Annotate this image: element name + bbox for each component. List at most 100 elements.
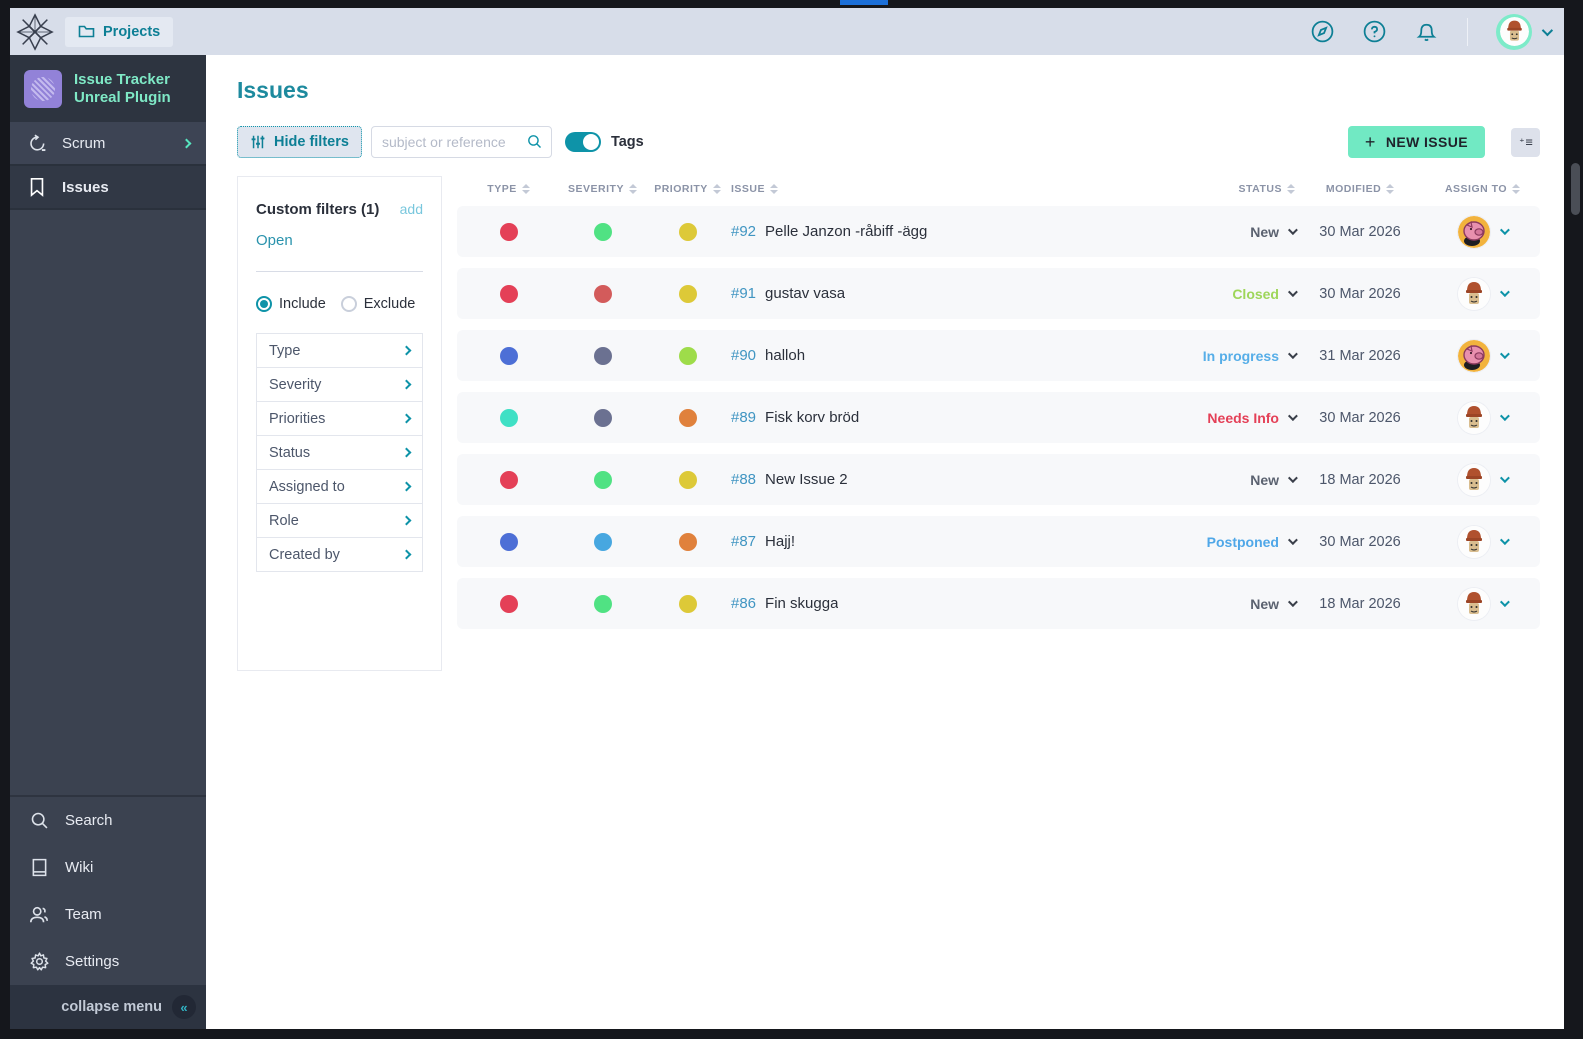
filter-category-severity[interactable]: Severity xyxy=(256,367,423,402)
issue-ref[interactable]: #87 xyxy=(731,533,756,550)
type-dot[interactable] xyxy=(499,470,518,489)
issue-subject[interactable]: halloh xyxy=(765,347,805,364)
priority-dot[interactable] xyxy=(678,594,697,613)
bulk-add-button[interactable]: ⁺≡ xyxy=(1511,127,1540,157)
assignee-avatar[interactable] xyxy=(1458,525,1490,558)
assignee-avatar[interactable] xyxy=(1458,463,1490,496)
issue-ref[interactable]: #92 xyxy=(731,223,756,240)
tags-toggle[interactable] xyxy=(564,132,601,152)
severity-dot[interactable] xyxy=(593,346,612,365)
filter-category-priorities[interactable]: Priorities xyxy=(256,401,423,436)
severity-dot[interactable] xyxy=(593,284,612,303)
hide-filters-button[interactable]: Hide filters xyxy=(237,126,362,158)
filter-category-assigned-to[interactable]: Assigned to xyxy=(256,469,423,504)
filter-category-created-by[interactable]: Created by xyxy=(256,537,423,572)
severity-dot[interactable] xyxy=(593,594,612,613)
column-header-modified[interactable]: MODIFIED xyxy=(1295,183,1425,195)
severity-dot[interactable] xyxy=(593,408,612,427)
issue-subject[interactable]: New Issue 2 xyxy=(765,471,848,488)
sidebar-item-issues[interactable]: Issues xyxy=(10,166,206,210)
scrollbar-thumb[interactable] xyxy=(1571,163,1580,215)
priority-dot[interactable] xyxy=(678,408,697,427)
sidebar-item-team[interactable]: Team xyxy=(10,891,206,938)
sidebar-item-settings[interactable]: Settings xyxy=(10,938,206,985)
sidebar-item-scrum[interactable]: Scrum xyxy=(10,122,206,166)
column-header-severity[interactable]: SEVERITY xyxy=(560,183,645,195)
assignee-avatar[interactable] xyxy=(1458,587,1490,620)
assignee-avatar[interactable] xyxy=(1458,277,1490,310)
new-issue-button[interactable]: + NEW ISSUE xyxy=(1347,126,1485,158)
issue-subject[interactable]: gustav vasa xyxy=(765,285,845,302)
column-header-status[interactable]: STATUS xyxy=(1145,183,1295,195)
issue-ref[interactable]: #91 xyxy=(731,285,756,302)
status-dropdown[interactable]: New xyxy=(1145,472,1298,488)
assign-dropdown[interactable] xyxy=(1425,401,1540,434)
status-dropdown[interactable]: Needs Info xyxy=(1145,410,1298,426)
issue-ref[interactable]: #90 xyxy=(731,347,756,364)
filter-category-status[interactable]: Status xyxy=(256,435,423,470)
add-filter-link[interactable]: add xyxy=(400,201,423,217)
status-dropdown[interactable]: New xyxy=(1145,224,1298,240)
compass-icon[interactable] xyxy=(1309,19,1335,45)
projects-button[interactable]: Projects xyxy=(65,16,174,47)
sidebar-item-search[interactable]: Search xyxy=(10,797,206,844)
type-dot[interactable] xyxy=(499,408,518,427)
exclude-radio[interactable] xyxy=(340,296,357,312)
status-dropdown[interactable]: Postponed xyxy=(1145,534,1298,550)
column-header-assign-to[interactable]: ASSIGN TO xyxy=(1425,183,1540,195)
assign-dropdown[interactable] xyxy=(1425,215,1540,248)
search-icon[interactable] xyxy=(526,133,543,155)
issue-subject[interactable]: Pelle Janzon -råbiff -ägg xyxy=(765,223,927,240)
assign-dropdown[interactable] xyxy=(1425,463,1540,496)
assignee-avatar[interactable] xyxy=(1458,215,1490,248)
modified-date: 30 Mar 2026 xyxy=(1319,285,1401,302)
severity-dot[interactable] xyxy=(593,470,612,489)
issue-ref[interactable]: #88 xyxy=(731,471,756,488)
user-menu[interactable] xyxy=(1496,13,1554,50)
priority-dot[interactable] xyxy=(678,284,697,303)
status-dropdown[interactable]: New xyxy=(1145,596,1298,612)
type-dot[interactable] xyxy=(499,346,518,365)
status-dropdown[interactable]: In progress xyxy=(1145,348,1298,364)
user-avatar[interactable] xyxy=(1496,13,1532,50)
type-dot[interactable] xyxy=(499,222,518,241)
tags-toggle-wrap: Tags xyxy=(564,132,644,152)
severity-dot[interactable] xyxy=(593,222,612,241)
exclude-label[interactable]: Exclude xyxy=(364,296,416,312)
include-radio[interactable] xyxy=(256,296,272,312)
priority-dot[interactable] xyxy=(678,346,697,365)
status-dropdown[interactable]: Closed xyxy=(1145,286,1298,302)
column-header-type[interactable]: TYPE xyxy=(457,183,560,195)
help-icon[interactable] xyxy=(1361,19,1387,45)
issue-subject[interactable]: Fin skugga xyxy=(765,595,838,612)
notifications-icon[interactable] xyxy=(1413,19,1439,45)
issue-ref[interactable]: #89 xyxy=(731,409,756,426)
type-dot[interactable] xyxy=(499,284,518,303)
search-input[interactable] xyxy=(370,126,552,158)
priority-dot[interactable] xyxy=(678,470,697,489)
assign-dropdown[interactable] xyxy=(1425,587,1540,620)
assign-dropdown[interactable] xyxy=(1425,525,1540,558)
severity-dot[interactable] xyxy=(593,532,612,551)
type-dot[interactable] xyxy=(499,532,518,551)
assign-dropdown[interactable] xyxy=(1425,339,1540,372)
assign-dropdown[interactable] xyxy=(1425,277,1540,310)
column-header-issue[interactable]: ISSUE xyxy=(730,183,1145,195)
column-header-priority[interactable]: PRIORITY xyxy=(645,183,730,195)
issue-ref[interactable]: #86 xyxy=(731,595,756,612)
assignee-avatar[interactable] xyxy=(1458,401,1490,434)
assignee-avatar[interactable] xyxy=(1458,339,1490,372)
issue-subject[interactable]: Hajj! xyxy=(765,533,795,550)
issue-subject[interactable]: Fisk korv bröd xyxy=(765,409,859,426)
filter-category-type[interactable]: Type xyxy=(256,333,423,368)
sidebar-item-wiki[interactable]: Wiki xyxy=(10,844,206,891)
saved-filter-open[interactable]: Open xyxy=(256,232,423,249)
priority-dot[interactable] xyxy=(678,532,697,551)
filter-category-role[interactable]: Role xyxy=(256,503,423,538)
priority-dot[interactable] xyxy=(678,222,697,241)
type-dot[interactable] xyxy=(499,594,518,613)
project-header[interactable]: Issue Tracker Unreal Plugin xyxy=(10,55,206,122)
include-label[interactable]: Include xyxy=(279,296,326,312)
collapse-menu-button[interactable]: collapse menu « xyxy=(10,985,206,1029)
taiga-logo-icon[interactable] xyxy=(15,12,55,52)
